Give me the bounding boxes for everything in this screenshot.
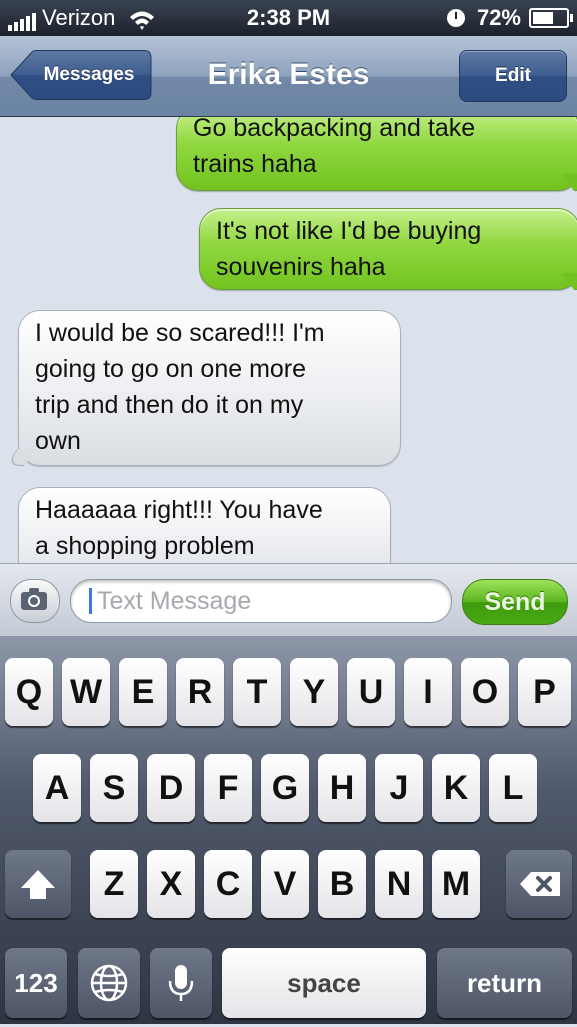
send-button[interactable]: Send xyxy=(462,579,568,625)
key-label: D xyxy=(158,769,184,807)
camera-button[interactable] xyxy=(10,579,60,623)
key-label: H xyxy=(329,769,355,807)
dictation-key[interactable] xyxy=(150,948,212,1018)
space-key[interactable]: space xyxy=(222,948,426,1018)
key-label: S xyxy=(102,769,126,807)
key-label: A xyxy=(44,769,70,807)
key-e[interactable]: E xyxy=(119,658,167,726)
key-label: return xyxy=(466,968,543,998)
message-line: trains haha xyxy=(193,150,317,178)
key-v[interactable]: V xyxy=(261,850,309,918)
key-label: P xyxy=(533,673,556,711)
text-cursor xyxy=(89,588,92,614)
edit-button[interactable]: Edit xyxy=(459,50,567,102)
battery-percent: 72% xyxy=(476,5,521,30)
key-label: U xyxy=(358,673,384,711)
back-button[interactable]: Messages xyxy=(10,50,152,100)
key-b[interactable]: B xyxy=(318,850,366,918)
message-line: own xyxy=(35,427,81,455)
key-x[interactable]: X xyxy=(147,850,195,918)
key-g[interactable]: G xyxy=(261,754,309,822)
alarm-clock-icon xyxy=(446,9,465,27)
message-line: Go backpacking and take xyxy=(193,117,476,142)
globe-key[interactable] xyxy=(78,948,140,1018)
backspace-icon xyxy=(520,872,560,896)
key-w[interactable]: W xyxy=(62,658,110,726)
message-input-bar: Text Message Send xyxy=(0,563,577,637)
key-label: R xyxy=(187,673,213,711)
key-label: N xyxy=(386,865,412,903)
key-i[interactable]: I xyxy=(404,658,452,726)
message-line: souvenirs haha xyxy=(216,253,386,281)
camera-icon xyxy=(21,588,47,610)
key-label: Y xyxy=(302,673,326,711)
globe-icon xyxy=(90,964,128,1002)
shift-arrow-icon xyxy=(21,870,55,899)
key-m[interactable]: M xyxy=(432,850,480,918)
message-line: trip and then do it on my xyxy=(35,391,304,419)
microphone-icon xyxy=(168,965,194,1001)
key-label: X xyxy=(159,865,183,903)
key-h[interactable]: H xyxy=(318,754,366,822)
key-n[interactable]: N xyxy=(375,850,423,918)
key-t[interactable]: T xyxy=(233,658,281,726)
key-label: L xyxy=(502,769,524,807)
keyboard: Q W E R T Y U I O P A S D F G H J K L Z … xyxy=(0,636,577,1024)
status-bar: Verizon 2:38 PM 72% xyxy=(0,0,577,36)
sent-message[interactable]: It's not like I'd be buying souvenirs ha… xyxy=(199,208,577,290)
text-message-placeholder: Text Message xyxy=(97,587,252,615)
key-s[interactable]: S xyxy=(90,754,138,822)
battery-icon xyxy=(529,8,573,28)
delete-key[interactable] xyxy=(506,850,572,918)
key-p[interactable]: P xyxy=(518,658,571,726)
key-c[interactable]: C xyxy=(204,850,252,918)
numbers-key[interactable]: 123 xyxy=(5,948,67,1018)
conversation-title: Erika Estes xyxy=(207,58,370,91)
key-label: F xyxy=(217,769,239,807)
return-key[interactable]: return xyxy=(437,948,572,1018)
key-label: C xyxy=(215,865,241,903)
key-label: T xyxy=(246,673,268,711)
key-a[interactable]: A xyxy=(33,754,81,822)
key-q[interactable]: Q xyxy=(5,658,53,726)
key-d[interactable]: D xyxy=(147,754,195,822)
shift-key[interactable] xyxy=(5,850,71,918)
key-u[interactable]: U xyxy=(347,658,395,726)
key-r[interactable]: R xyxy=(176,658,224,726)
key-o[interactable]: O xyxy=(461,658,509,726)
key-l[interactable]: L xyxy=(489,754,537,822)
text-message-field[interactable]: Text Message xyxy=(70,579,452,623)
key-label: V xyxy=(273,865,297,903)
message-line: Haaaaaa right!!! You have xyxy=(35,496,323,524)
back-button-label: Messages xyxy=(43,64,135,85)
message-thread[interactable]: Go backpacking and take trains haha It's… xyxy=(0,117,577,563)
key-label: I xyxy=(423,673,433,711)
key-label: E xyxy=(131,673,155,711)
battery-group: 72% xyxy=(446,5,573,31)
key-label: O xyxy=(471,673,499,711)
key-f[interactable]: F xyxy=(204,754,252,822)
key-j[interactable]: J xyxy=(375,754,423,822)
key-label: Z xyxy=(103,865,125,903)
key-label: G xyxy=(271,769,299,807)
sent-message[interactable]: Go backpacking and take trains haha xyxy=(176,117,577,191)
key-k[interactable]: K xyxy=(432,754,480,822)
message-line: a shopping problem xyxy=(35,532,255,560)
message-line: It's not like I'd be buying xyxy=(216,217,482,245)
key-label: B xyxy=(329,865,355,903)
key-z[interactable]: Z xyxy=(90,850,138,918)
message-line: going to go on one more xyxy=(35,355,307,383)
received-message[interactable]: I would be so scared!!! I'm going to go … xyxy=(18,310,401,466)
key-label: space xyxy=(287,968,361,998)
key-label: K xyxy=(443,769,469,807)
key-label: W xyxy=(69,673,103,711)
navigation-bar: Messages Erika Estes Edit xyxy=(0,36,577,117)
key-label: J xyxy=(389,769,409,807)
key-label: 123 xyxy=(14,968,58,998)
key-y[interactable]: Y xyxy=(290,658,338,726)
key-label: M xyxy=(441,865,471,903)
received-message[interactable]: Haaaaaa right!!! You have a shopping pro… xyxy=(18,487,391,563)
key-label: Q xyxy=(15,673,43,711)
message-line: I would be so scared!!! I'm xyxy=(35,319,325,347)
